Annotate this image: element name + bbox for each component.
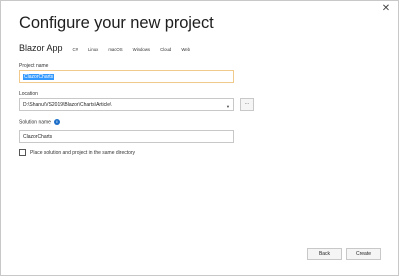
tag-web: Web — [181, 47, 191, 52]
solution-name-input[interactable]: ClazorCharts — [19, 130, 234, 143]
location-value: D:\Shanu\VS2019\Blazor\Charts\Article\ — [23, 101, 112, 108]
location-label: Location — [19, 91, 38, 97]
tag-cloud: Cloud — [160, 47, 172, 52]
tag-windows: Windows — [132, 47, 151, 52]
same-directory-label: Place solution and project in the same d… — [30, 149, 136, 156]
page-title: Configure your new project — [19, 14, 214, 32]
info-icon[interactable]: i — [53, 119, 60, 125]
tag-linux: Linux — [88, 47, 99, 52]
template-info: Blazor App C# Linux macOS Windows Cloud … — [19, 43, 200, 53]
template-name: Blazor App — [19, 43, 63, 53]
same-directory-checkbox[interactable] — [19, 149, 26, 156]
project-name-value: ClazorCharts — [23, 73, 55, 80]
chevron-down-icon: ▼ — [226, 104, 230, 109]
tag-csharp: C# — [72, 47, 79, 52]
location-dropdown[interactable]: D:\Shanu\VS2019\Blazor\Charts\Article\ ▼ — [19, 98, 234, 111]
create-button[interactable]: Create — [346, 248, 381, 260]
project-name-input[interactable]: ClazorCharts — [19, 70, 234, 83]
same-directory-option[interactable]: Place solution and project in the same d… — [19, 149, 135, 156]
close-icon[interactable]: ✕ — [380, 3, 392, 15]
project-name-label: Project name — [19, 63, 49, 69]
back-button[interactable]: Back — [307, 248, 342, 260]
browse-button[interactable]: ... — [240, 98, 254, 111]
solution-name-label-row: Solution name i — [19, 119, 60, 125]
solution-name-label: Solution name — [19, 119, 51, 126]
tag-macos: macOS — [108, 47, 123, 52]
solution-name-value: ClazorCharts — [23, 133, 53, 140]
